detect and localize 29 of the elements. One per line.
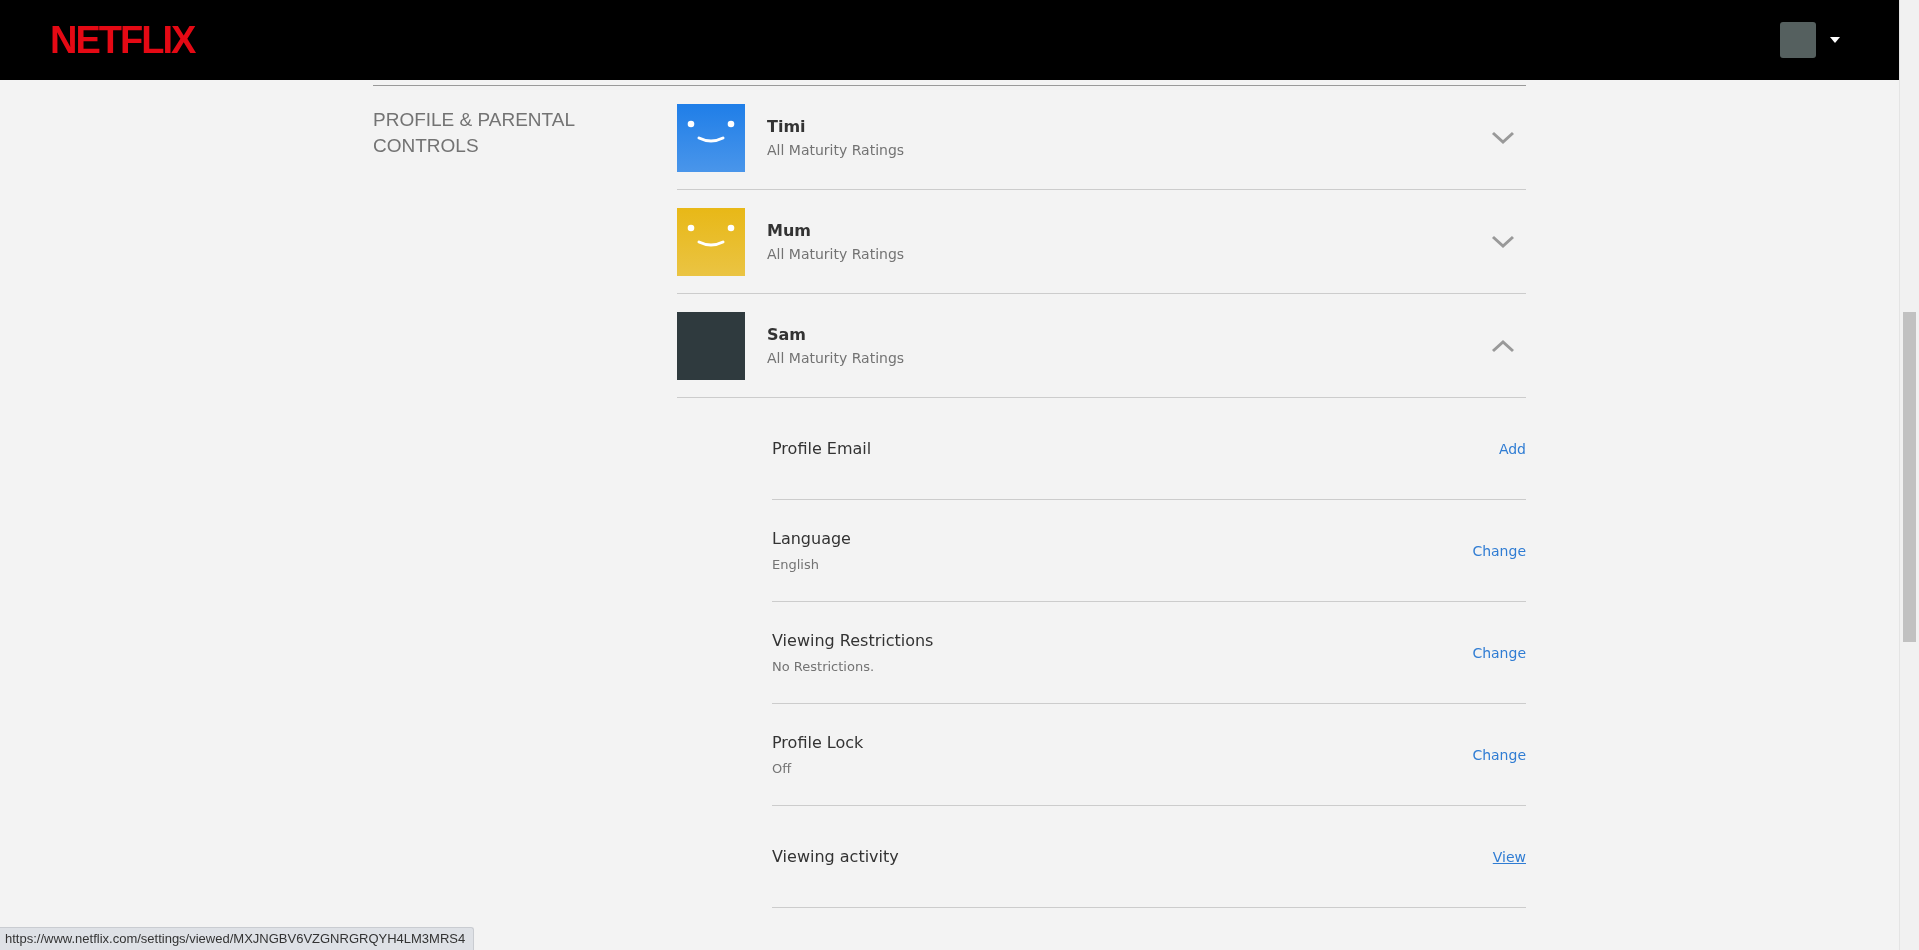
setting-label: Viewing activity [772, 847, 899, 866]
profile-name: Sam [767, 325, 807, 344]
profile-rating: All Maturity Ratings [767, 142, 905, 158]
chevron-down-icon[interactable] [1490, 129, 1516, 146]
chevron-up-icon[interactable] [1490, 337, 1516, 354]
status-bar-url: https://www.netflix.com/settings/viewed/MXJNGBV6VZGNRGRQYH4LM3MRS4 [0, 927, 475, 950]
setting-label: Profile Email [772, 439, 872, 458]
setting-link[interactable]: Change [1472, 644, 1526, 661]
profile-rating: All Maturity Ratings [767, 350, 905, 366]
account-menu-button[interactable] [1780, 22, 1840, 58]
setting-label: Viewing Restrictions [772, 631, 934, 650]
scrollbar[interactable] [1899, 0, 1919, 950]
setting-link[interactable]: Change [1472, 746, 1526, 763]
setting-value: Off [772, 761, 793, 776]
photo-placeholder [1780, 22, 1816, 58]
setting-value: No Restrictions. [772, 659, 876, 674]
section-title: PROFILE & PARENTAL CONTROLS [373, 108, 576, 158]
setting-link[interactable]: Add [1498, 440, 1526, 457]
caret-icon [1830, 37, 1840, 43]
profile-name: Mum [767, 221, 812, 240]
chevron-down-icon[interactable] [1490, 233, 1516, 250]
logo[interactable]: NETFLIX [50, 18, 195, 62]
setting-value: English [772, 557, 820, 572]
setting-link[interactable]: Change [1472, 542, 1526, 559]
setting-label: Language [772, 529, 851, 548]
setting-link[interactable]: View [1492, 848, 1526, 865]
setting-label: Profile Lock [772, 733, 864, 752]
profile-name: Timi [767, 117, 807, 136]
profile-rating: All Maturity Ratings [767, 246, 905, 262]
